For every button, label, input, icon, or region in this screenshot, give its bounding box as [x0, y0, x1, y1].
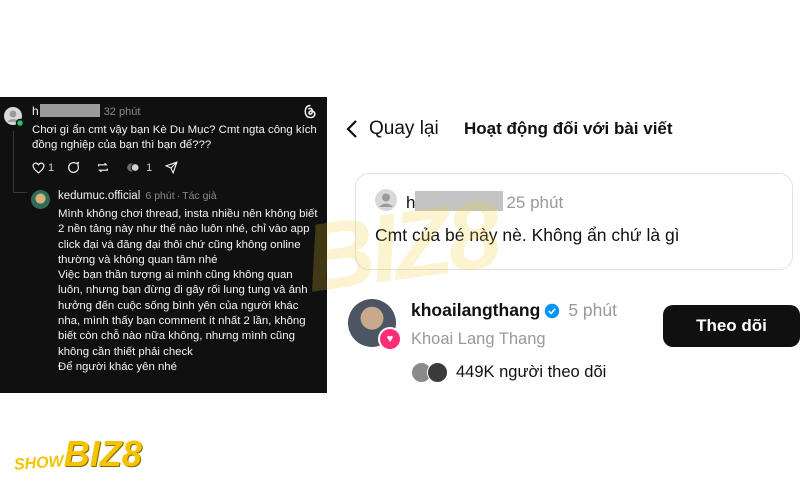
comment-header: h 32 phút	[32, 104, 140, 118]
heart-badge-icon: ♥	[378, 327, 402, 351]
comment-text: Chơi gì ẩn cmt vậy bạn Kè Du Mục? Cmt ng…	[32, 124, 317, 151]
share-button[interactable]	[165, 161, 181, 174]
page-title: Hoạt động đối với bài viết	[464, 119, 673, 138]
reply-header: kedumuc.official 6 phút · Tác giả	[58, 190, 217, 202]
logo-text-small: SHOW	[13, 453, 65, 474]
reply-username[interactable]: kedumuc.official	[58, 190, 140, 202]
quoted-comment-card[interactable]	[355, 173, 793, 270]
reply-time: 6 phút	[145, 190, 175, 202]
follower-avatar	[427, 362, 448, 383]
followers-row[interactable]: 449K người theo dõi	[411, 362, 711, 383]
reply-paragraph: Để người khác yên nhé	[58, 360, 177, 373]
quoted-comment-header: h 25 phút	[406, 191, 563, 213]
reply-button[interactable]	[67, 161, 83, 174]
repost-button[interactable]	[96, 161, 113, 174]
thread-line	[13, 131, 14, 193]
chevron-left-icon	[346, 120, 357, 138]
anonymous-avatar[interactable]	[3, 106, 25, 133]
verified-badge-icon	[545, 303, 560, 318]
repost-icon	[98, 162, 109, 173]
quoted-comment-text: Cmt của bé này nè. Không ẩn chứ là gì	[375, 225, 680, 245]
user-time: 5 phút	[568, 300, 617, 320]
user-username[interactable]: khoailangthang	[411, 300, 540, 321]
quoted-username[interactable]: h	[406, 193, 415, 212]
threads-logo-icon	[303, 104, 318, 124]
redacted-username-mask	[39, 104, 100, 117]
heart-icon	[32, 162, 45, 174]
reply-paragraph: Mình không chơi thread, insta nhiều nên …	[58, 208, 318, 266]
followers-count: 449K người theo dõi	[456, 363, 607, 381]
showbiz-logo: SHOW BIZ8	[13, 433, 142, 474]
reply-paragraph: Việc bạn thần tượng ai mình cũng không q…	[58, 269, 308, 358]
thread-line-branch	[13, 192, 27, 193]
like-count: 1	[48, 161, 55, 174]
avatar-stack-icon	[126, 162, 140, 173]
logo-text-big: BIZ8	[63, 433, 142, 474]
comment-actions: 1 1	[32, 161, 194, 174]
back-label: Quay lại	[369, 118, 439, 139]
comment-time: 32 phút	[103, 106, 141, 118]
back-button[interactable]: Quay lại	[345, 118, 439, 140]
redacted-username-mask	[415, 191, 504, 211]
user-full-name: Khoai Lang Thang	[411, 330, 546, 348]
user-row-header: khoailangthang 5 phút	[411, 300, 617, 321]
author-tag: Tác giả	[182, 190, 217, 202]
repost-count: 1	[146, 161, 153, 174]
repost-count-button[interactable]: 1	[126, 161, 152, 174]
kedumuc-avatar[interactable]	[31, 190, 50, 209]
like-button[interactable]: 1	[32, 162, 54, 174]
reply-text: Mình không chơi thread, insta nhiều nên …	[58, 207, 320, 375]
anonymous-avatar[interactable]	[374, 188, 398, 217]
send-icon	[165, 161, 179, 174]
comment-username[interactable]: h	[32, 104, 39, 118]
comment-icon	[68, 161, 80, 173]
follow-button[interactable]: Theo dõi	[663, 305, 800, 347]
quoted-time: 25 phút	[506, 193, 564, 212]
